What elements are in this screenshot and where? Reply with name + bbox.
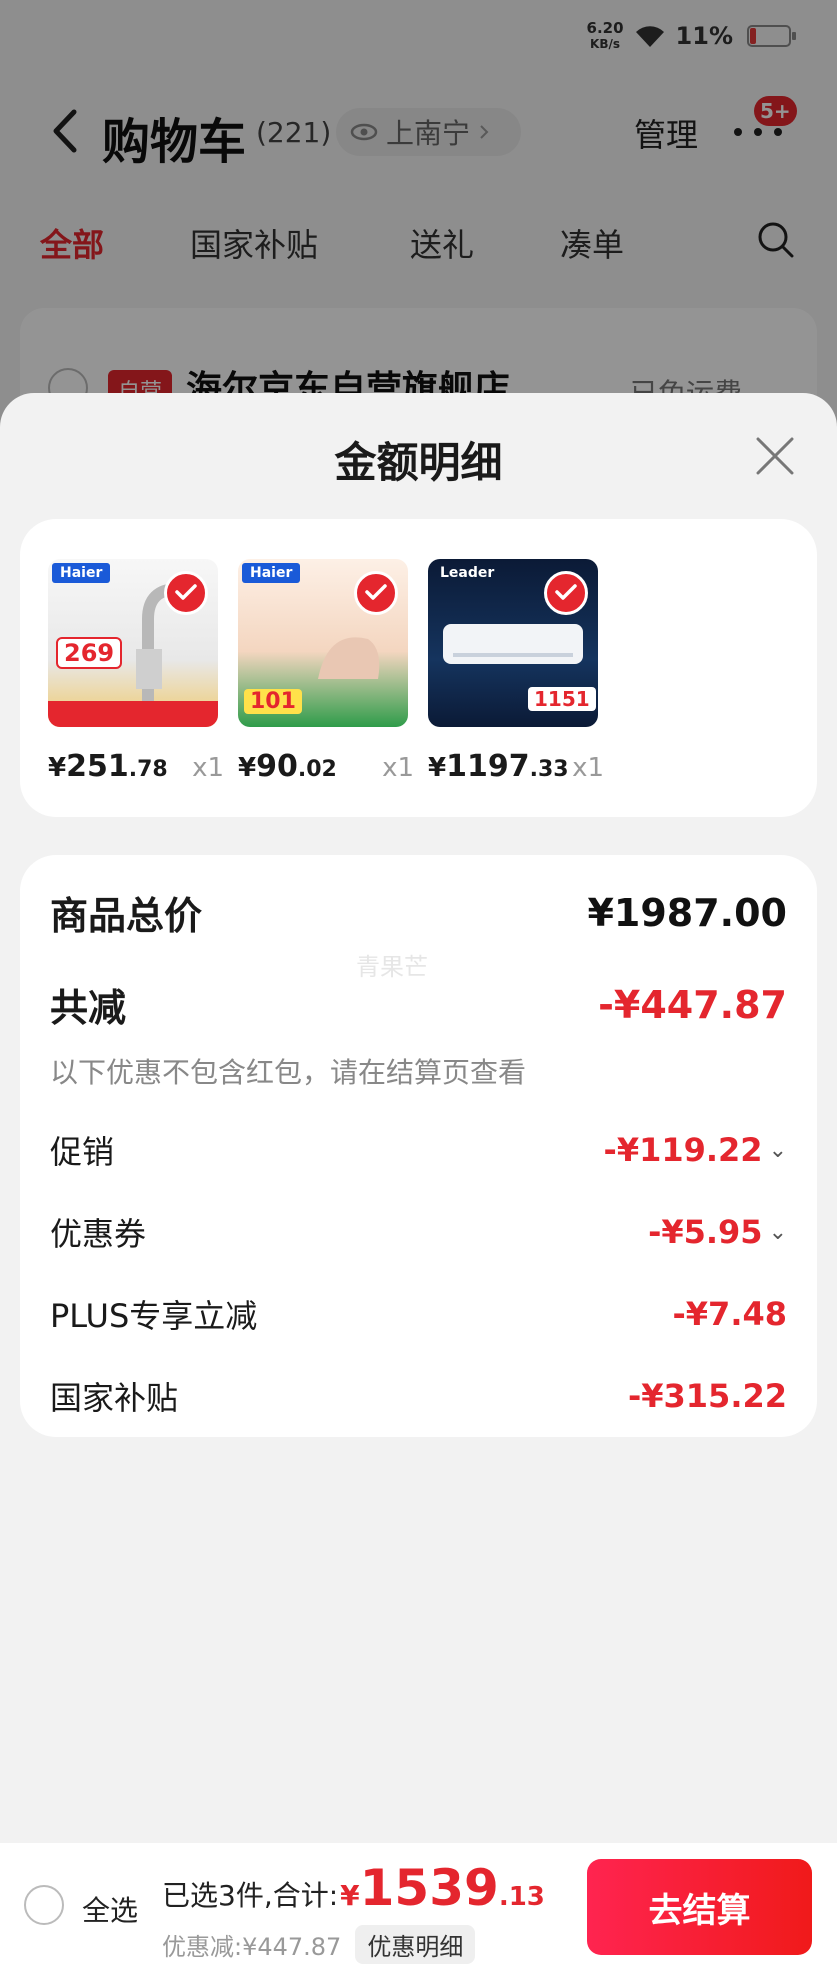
product-image: Haier 269 bbox=[48, 559, 218, 727]
promo-price-label: 269 bbox=[56, 637, 123, 669]
steamer-illustration-icon bbox=[318, 637, 380, 679]
product-price-row: ¥90.02 x1 bbox=[238, 749, 418, 784]
select-all-radio[interactable] bbox=[24, 1885, 64, 1925]
product-price: ¥251.78 bbox=[48, 749, 168, 784]
coupon-value: -¥5.95 ⌄ bbox=[648, 1213, 787, 1251]
product-price: ¥1197.33 bbox=[428, 749, 569, 784]
discount-amount: 优惠减:¥447.87 bbox=[162, 1933, 342, 1961]
selected-check-icon[interactable] bbox=[354, 571, 398, 615]
product-image: Haier 101 bbox=[238, 559, 408, 727]
price-breakdown-card: 青果芒 商品总价 ¥1987.00 共减 -¥447.87 以下优惠不包含红包，… bbox=[20, 855, 817, 1437]
close-icon[interactable] bbox=[752, 433, 798, 479]
promotion-label: 促销 bbox=[50, 1133, 115, 1171]
coupon-row[interactable]: 优惠券 -¥5.95 ⌄ bbox=[50, 1209, 787, 1255]
total-amount-decimal: .13 bbox=[498, 1882, 545, 1912]
order-summary: 已选3件,合计: ¥ 1539 .13 bbox=[162, 1863, 545, 1914]
chevron-down-icon: ⌄ bbox=[768, 1219, 787, 1245]
product-price-row: ¥251.78 x1 bbox=[48, 749, 228, 784]
promotion-value: -¥119.22 ⌄ bbox=[603, 1131, 787, 1169]
promotion-row[interactable]: 促销 -¥119.22 ⌄ bbox=[50, 1127, 787, 1173]
chevron-down-icon: ⌄ bbox=[768, 1137, 787, 1163]
total-discount-row: 共减 -¥447.87 bbox=[50, 977, 787, 1032]
total-amount-integer: 1539 bbox=[359, 1859, 499, 1917]
total-price-row: 商品总价 ¥1987.00 bbox=[50, 885, 787, 940]
air-conditioner-illustration-icon bbox=[443, 624, 583, 664]
total-price-label: 商品总价 bbox=[50, 894, 203, 938]
cart-page-background: 6.20 KB/s 11% 购物车 (221) 上南宁 管理 5+ 全部 国家补… bbox=[0, 0, 837, 430]
brand-logo: Haier bbox=[242, 563, 301, 583]
coupon-label: 优惠券 bbox=[50, 1215, 147, 1253]
promo-price-label: 1151 bbox=[528, 687, 596, 711]
promo-price-label: 101 bbox=[244, 689, 302, 714]
total-price-value: ¥1987.00 bbox=[587, 890, 787, 935]
selected-products: Haier 269 ¥251.78 x1 Haier 101 ¥90.02 x1… bbox=[20, 519, 817, 817]
select-all-label[interactable]: 全选 bbox=[82, 1889, 138, 1929]
amount-detail-sheet: 金额明细 Haier 269 ¥251.78 x1 Haier 101 ¥90.… bbox=[0, 393, 837, 1843]
discount-summary: 优惠减:¥447.87 优惠明细 bbox=[162, 1925, 476, 1964]
product-quantity: x1 bbox=[572, 753, 604, 783]
dim-overlay[interactable] bbox=[0, 0, 837, 430]
product-item[interactable]: Leader 1151 ¥1197.33 x1 bbox=[428, 559, 608, 784]
product-item[interactable]: Haier 269 ¥251.78 x1 bbox=[48, 559, 228, 784]
total-discount-label: 共减 bbox=[50, 986, 127, 1030]
selected-check-icon[interactable] bbox=[544, 571, 588, 615]
plus-discount-label: PLUS专享立减 bbox=[50, 1297, 258, 1335]
product-price-row: ¥1197.33 x1 bbox=[428, 749, 608, 784]
product-price: ¥90.02 bbox=[238, 749, 337, 784]
product-item[interactable]: Haier 101 ¥90.02 x1 bbox=[238, 559, 418, 784]
selected-check-icon[interactable] bbox=[164, 571, 208, 615]
plus-discount-value: -¥7.48 bbox=[672, 1295, 788, 1333]
national-subsidy-row: 国家补贴 -¥315.22 bbox=[50, 1373, 787, 1419]
brand-logo: Haier bbox=[52, 563, 111, 583]
product-quantity: x1 bbox=[192, 753, 224, 783]
selected-summary-text: 已选3件,合计: bbox=[162, 1879, 339, 1912]
national-subsidy-value: -¥315.22 bbox=[627, 1377, 787, 1415]
brand-logo: Leader bbox=[440, 565, 495, 581]
national-subsidy-label: 国家补贴 bbox=[50, 1379, 179, 1417]
sheet-title: 金额明细 bbox=[334, 438, 503, 487]
checkout-bar: 全选 已选3件,合计: ¥ 1539 .13 优惠减:¥447.87 优惠明细 … bbox=[0, 1843, 837, 1968]
checkout-button[interactable]: 去结算 bbox=[587, 1859, 812, 1955]
discount-detail-button[interactable]: 优惠明细 bbox=[355, 1925, 476, 1964]
total-discount-value: -¥447.87 bbox=[598, 982, 787, 1027]
discount-note: 以下优惠不包含红包，请在结算页查看 bbox=[50, 1056, 527, 1089]
product-quantity: x1 bbox=[382, 753, 414, 783]
product-image: Leader 1151 bbox=[428, 559, 598, 727]
total-currency: ¥ bbox=[340, 1879, 360, 1912]
plus-discount-row: PLUS专享立减 -¥7.48 bbox=[50, 1291, 787, 1337]
